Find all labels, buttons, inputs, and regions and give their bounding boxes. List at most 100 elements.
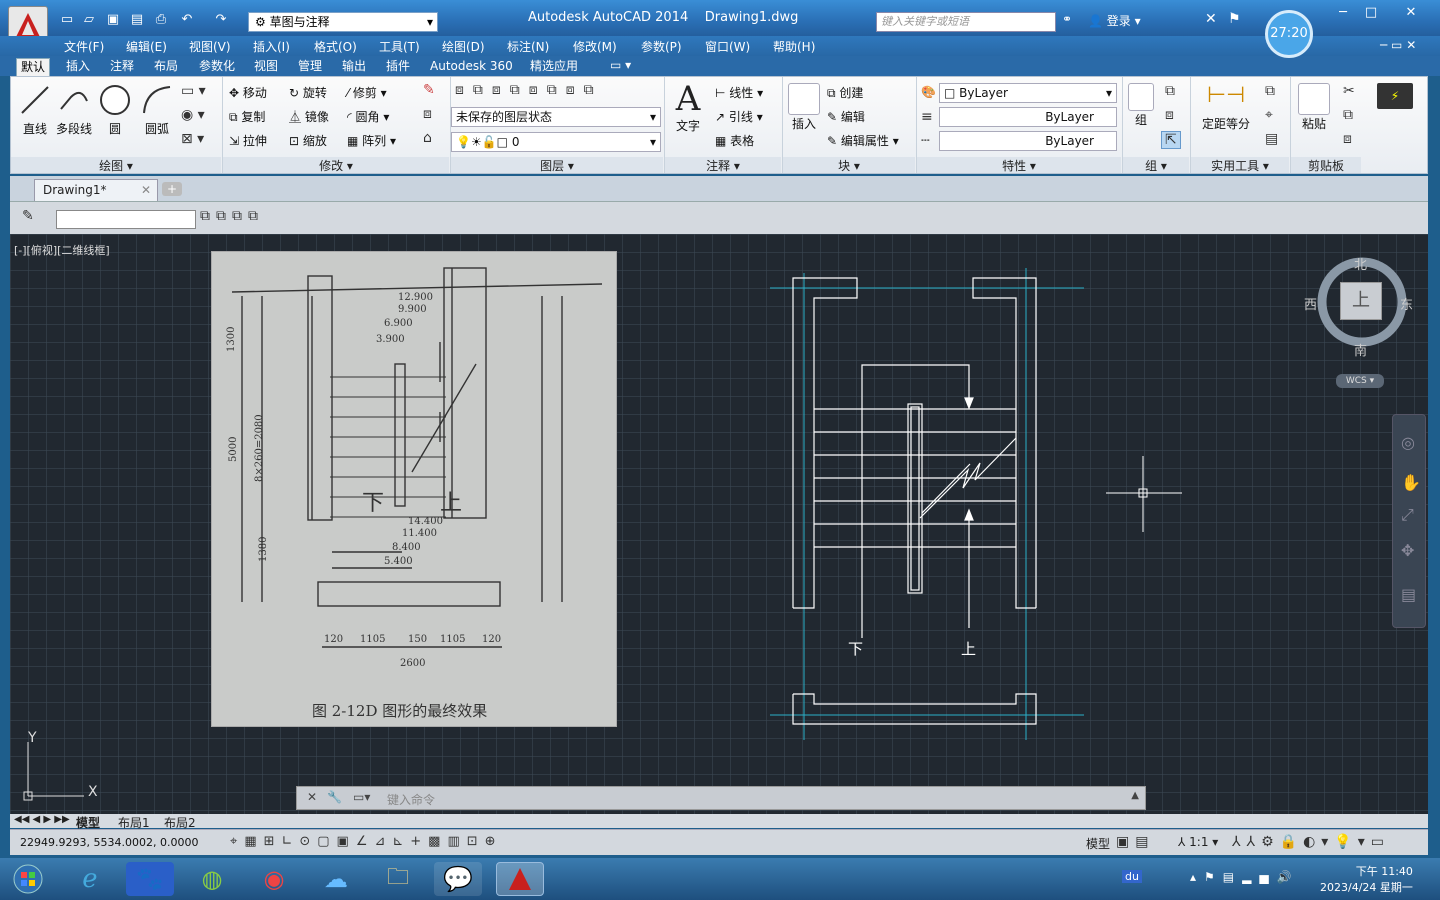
circle-button[interactable]: 圆: [97, 83, 133, 137]
tray-icons[interactable]: ▴⚑▤▂▅🔊: [1190, 870, 1300, 884]
chevron-up-icon[interactable]: ▲: [1131, 790, 1139, 801]
compass-north[interactable]: 北: [1354, 254, 1367, 273]
compass-west[interactable]: 西: [1304, 294, 1317, 313]
panel-title-layers[interactable]: 图层 ▾: [451, 157, 663, 173]
annotation-scale[interactable]: ⅄ 1:1 ▾: [1178, 835, 1218, 849]
menu-tools[interactable]: 工具(T): [379, 38, 420, 55]
drawing-canvas[interactable]: [-][俯视][二维线框] 12.900 9.900 6.900 3.900 1…: [10, 234, 1428, 814]
linetype-select[interactable]: ByLayer: [939, 131, 1117, 151]
panel-title-utilities[interactable]: 实用工具 ▾: [1191, 157, 1289, 173]
view-cube-top-face[interactable]: 上: [1340, 282, 1382, 320]
close-icon[interactable]: ✕: [307, 790, 317, 804]
layer-tools-icons[interactable]: ⧈⧉⧈⧉⧈⧉⧈⧉: [455, 82, 603, 98]
compass-east[interactable]: 东: [1400, 294, 1413, 313]
menu-modify[interactable]: 修改(M): [573, 38, 617, 55]
wcs-menu[interactable]: WCS ▾: [1336, 374, 1384, 388]
browser-360-icon[interactable]: ◍: [188, 862, 236, 896]
erase-icon[interactable]: ✎: [423, 82, 435, 98]
cad-drawing[interactable]: 下 上: [750, 258, 1090, 748]
command-prompt-icon[interactable]: ▭▾: [353, 790, 370, 804]
tray-clock[interactable]: 下午 11:40 2023/4/24 星期一: [1320, 864, 1413, 896]
color-wheel-icon[interactable]: 🎨: [921, 85, 936, 99]
menu-insert[interactable]: 插入(I): [253, 38, 290, 55]
open-file-icon[interactable]: ▱: [80, 12, 98, 28]
save-as-icon[interactable]: ▤: [128, 12, 146, 28]
match-properties-icon[interactable]: ⧈: [1343, 131, 1352, 147]
tab-annotate[interactable]: 注释: [106, 58, 138, 76]
new-tab-icon[interactable]: +: [162, 182, 182, 196]
undo-icon[interactable]: ↶: [178, 12, 196, 28]
cut-icon[interactable]: ✂: [1343, 83, 1355, 99]
leader-button[interactable]: ↗ 引线 ▾: [715, 108, 763, 125]
doc-window-controls[interactable]: ─ ▭ ✕: [1380, 38, 1416, 52]
layer-select[interactable]: 💡☀🔓□ 0 ▾: [451, 132, 661, 152]
lineweight-select[interactable]: ByLayer: [939, 107, 1117, 127]
layout-view-icons[interactable]: ▣▤: [1116, 834, 1154, 850]
cloud-icon[interactable]: ☁: [312, 862, 360, 896]
tab-default[interactable]: 默认: [16, 58, 51, 76]
menu-file[interactable]: 文件(F): [64, 38, 104, 55]
command-input[interactable]: 键入命令: [387, 791, 435, 808]
view-cube[interactable]: 上 北 南 西 东 WCS ▾: [1304, 254, 1414, 404]
model-space-toggle[interactable]: 模型: [1086, 835, 1110, 852]
offset-icon[interactable]: ⌂: [423, 130, 432, 146]
ie-icon[interactable]: ℯ: [66, 862, 114, 896]
tab-view[interactable]: 视图: [250, 58, 282, 76]
binoculars-icon[interactable]: ⚭: [1062, 12, 1072, 26]
trim-button[interactable]: ⁄ 修剪 ▾: [347, 84, 387, 101]
boundary-icon[interactable]: ⊠ ▾: [181, 131, 204, 147]
viewport-label[interactable]: [-][俯视][二维线框]: [14, 242, 110, 258]
panel-title-clipboard[interactable]: 剪贴板: [1291, 157, 1361, 173]
wrench-icon[interactable]: 🔧: [327, 790, 342, 804]
chrome-icon[interactable]: ◉: [250, 862, 298, 896]
panel-title-block[interactable]: 块 ▾: [783, 157, 915, 173]
panel-title-modify[interactable]: 修改 ▾: [223, 157, 449, 173]
menu-window[interactable]: 窗口(W): [705, 38, 750, 55]
new-file-icon[interactable]: ▭: [58, 12, 76, 28]
orbit-icon[interactable]: ✥: [1401, 541, 1414, 560]
group-button[interactable]: 组: [1127, 83, 1155, 128]
wechat-icon[interactable]: 💬: [434, 862, 482, 896]
search-input[interactable]: 键入关键字或短语: [876, 12, 1056, 32]
arc-button[interactable]: 圆弧: [137, 83, 177, 137]
menu-format[interactable]: 格式(O): [314, 38, 357, 55]
rotate-button[interactable]: ↻ 旋转: [289, 84, 327, 101]
copy-clip-icon[interactable]: ⧉: [1343, 107, 1353, 123]
menu-parametric[interactable]: 参数(P): [641, 38, 682, 55]
hatch-icon[interactable]: ◉ ▾: [181, 107, 205, 123]
status-tray-icons[interactable]: ⅄⅄⚙🔒◐▾💡▾▭: [1232, 834, 1390, 850]
close-tab-icon[interactable]: ✕: [141, 180, 151, 200]
exchange-icon[interactable]: ✕: [1205, 11, 1217, 27]
minimize-button[interactable]: ─: [1330, 4, 1356, 22]
print-icon[interactable]: ⎙: [152, 12, 170, 28]
layer-state-select[interactable]: 未保存的图层状态 ▾: [451, 107, 661, 127]
tab-parametric[interactable]: 参数化: [195, 58, 239, 76]
create-block-button[interactable]: ⧉ 创建: [827, 84, 863, 101]
folder-icon[interactable]: 🗀: [374, 862, 422, 896]
baidu-icon[interactable]: 🐾: [126, 862, 174, 896]
group-edit-icon[interactable]: ⧈: [1165, 107, 1174, 123]
ungroup-icon[interactable]: ⧉: [1165, 83, 1175, 99]
zoom-extents-icon[interactable]: ⤢: [1401, 505, 1414, 525]
menu-draw[interactable]: 绘图(D): [442, 38, 485, 55]
maximize-button[interactable]: □: [1358, 4, 1384, 22]
close-button[interactable]: ✕: [1394, 4, 1428, 22]
group-select-icon[interactable]: ⇱: [1161, 131, 1181, 149]
edit-block-button[interactable]: ✎ 编辑: [827, 108, 865, 125]
text-button[interactable]: A 文字: [671, 81, 705, 134]
rectangle-icon[interactable]: ▭ ▾: [181, 83, 206, 99]
drafting-toggles-icons[interactable]: ⌖▦⊞∟⊙▢▣∠⊿⊾+▩▥⊡⊕: [230, 834, 503, 849]
tab-featured-apps[interactable]: 精选应用: [526, 58, 582, 76]
copy-button[interactable]: ⧉ 复制: [229, 108, 265, 125]
explode-icon[interactable]: ⧈: [423, 106, 432, 122]
autocad-taskbar-icon[interactable]: [496, 862, 544, 896]
save-icon[interactable]: ▣: [104, 12, 122, 28]
baidu-input-icon[interactable]: du: [1122, 870, 1142, 883]
tab-output[interactable]: 输出: [338, 58, 370, 76]
mirror-button[interactable]: ⏅ 镜像: [289, 108, 329, 125]
edit-attributes-button[interactable]: ✎ 编辑属性 ▾: [827, 132, 899, 149]
document-tab[interactable]: Drawing1* ✕: [34, 179, 158, 201]
fillet-button[interactable]: ◜ 圆角 ▾: [347, 108, 389, 125]
compass-south[interactable]: 南: [1354, 340, 1367, 359]
paste-button[interactable]: 粘贴: [1297, 83, 1331, 132]
